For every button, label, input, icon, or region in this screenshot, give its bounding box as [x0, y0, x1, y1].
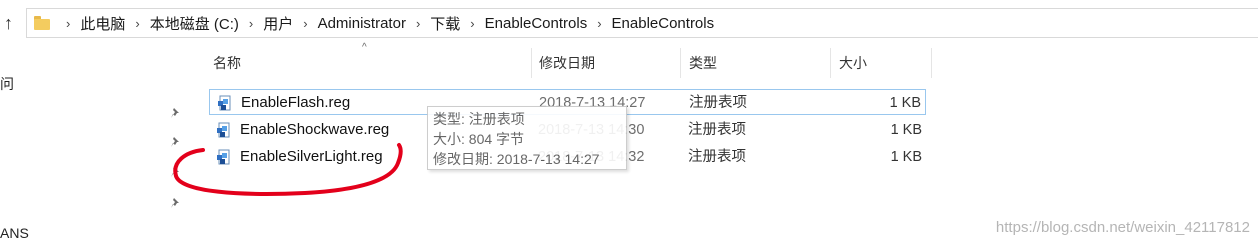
file-name[interactable]: EnableSilverLight.reg: [240, 144, 383, 170]
file-size: 1 KB: [890, 149, 922, 165]
column-header-date-label: 修改日期: [539, 55, 595, 71]
pin-icon[interactable]: [170, 136, 182, 148]
breadcrumb-administrator[interactable]: Administrator: [318, 15, 406, 32]
column-divider[interactable]: [830, 48, 831, 78]
chevron-right-icon[interactable]: ›: [135, 16, 139, 31]
tooltip-size: 大小: 804 字节: [433, 131, 525, 147]
pin-icon[interactable]: [170, 197, 182, 209]
breadcrumb-local-disk[interactable]: 本地磁盘 (C:): [150, 13, 239, 34]
file-name[interactable]: EnableShockwave.reg: [240, 117, 389, 143]
chevron-right-icon[interactable]: ›: [597, 16, 601, 31]
chevron-right-icon[interactable]: ›: [416, 16, 420, 31]
column-divider[interactable]: [931, 48, 932, 78]
breadcrumb-enablecontrols-current[interactable]: EnableControls: [612, 15, 715, 32]
registry-file-icon: [218, 95, 231, 111]
folder-icon: [34, 16, 50, 30]
up-arrow-icon[interactable]: ↑: [4, 13, 13, 33]
chevron-right-icon[interactable]: ›: [470, 16, 474, 31]
file-size: 1 KB: [889, 95, 921, 111]
breadcrumb-this-pc[interactable]: 此电脑: [80, 13, 125, 34]
registry-file-icon: [217, 149, 230, 165]
file-name[interactable]: EnableFlash.reg: [241, 90, 350, 116]
column-divider[interactable]: [680, 48, 681, 78]
column-header-name[interactable]: 名称: [213, 48, 529, 78]
column-header-size-label: 大小: [839, 55, 867, 71]
watermark: https://blog.csdn.net/weixin_42117812: [995, 219, 1250, 236]
column-divider[interactable]: [531, 48, 532, 78]
column-header-type[interactable]: 类型: [689, 48, 829, 78]
column-header-size[interactable]: 大小: [839, 48, 929, 78]
tooltip-type: 类型: 注册表项: [433, 111, 525, 127]
breadcrumb-users[interactable]: 用户: [263, 13, 293, 34]
file-size: 1 KB: [890, 122, 922, 138]
column-header-date[interactable]: 修改日期: [539, 48, 679, 78]
file-type: 注册表项: [688, 122, 746, 138]
file-type: 注册表项: [688, 149, 746, 165]
chevron-right-icon[interactable]: ›: [249, 16, 253, 31]
column-header-type-label: 类型: [689, 55, 717, 71]
address-bar-area: ↑ › 此电脑 › 本地磁盘 (C:) › 用户 › Administrator…: [0, 0, 1258, 46]
nav-item-fragment-top[interactable]: 问: [0, 74, 14, 94]
breadcrumb-enablecontrols[interactable]: EnableControls: [485, 15, 588, 32]
chevron-right-icon[interactable]: ›: [303, 16, 307, 31]
pin-icon[interactable]: [170, 166, 182, 178]
file-info-tooltip: 类型: 注册表项 大小: 804 字节 修改日期: 2018-7-13 14:2…: [427, 106, 627, 170]
chevron-right-icon[interactable]: ›: [66, 16, 70, 31]
file-type: 注册表项: [689, 95, 747, 111]
nav-item-fragment-bottom[interactable]: ANS: [0, 225, 29, 241]
registry-file-icon: [217, 122, 230, 138]
breadcrumb: › 此电脑 › 本地磁盘 (C:) › 用户 › Administrator ›…: [56, 8, 714, 38]
breadcrumb-downloads[interactable]: 下载: [430, 13, 460, 34]
column-header-name-label: 名称: [213, 55, 241, 71]
pin-icon[interactable]: [170, 107, 182, 119]
address-bar[interactable]: › 此电脑 › 本地磁盘 (C:) › 用户 › Administrator ›…: [26, 8, 1258, 38]
tooltip-date: 修改日期: 2018-7-13 14:27: [433, 151, 600, 167]
